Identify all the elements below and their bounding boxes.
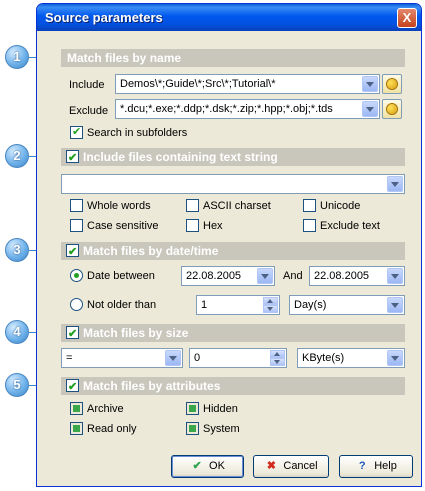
subfolders-checkbox[interactable]	[70, 125, 83, 139]
source-parameters-dialog: Source parameters X Match files by name …	[36, 3, 422, 487]
archive-checkbox[interactable]	[70, 402, 83, 415]
help-icon: ?	[358, 460, 366, 472]
text-section-header: Include files containing text string	[61, 148, 405, 167]
attr-section-checkbox[interactable]	[66, 378, 79, 396]
hex-checkbox[interactable]	[186, 219, 199, 232]
exclude-field[interactable]: *.dcu;*.exe;*.ddp;*.dsk;*.zip;*.hpp;*.ob…	[115, 99, 380, 119]
step-badge-3: 3	[5, 238, 29, 262]
date-section-header: Match files by date/time	[61, 242, 405, 261]
chevron-down-icon[interactable]	[387, 350, 403, 366]
ok-label: OK	[209, 460, 225, 472]
close-icon[interactable]: X	[397, 8, 417, 28]
size-section-checkbox[interactable]	[66, 325, 79, 343]
text-section-checkbox[interactable]	[66, 149, 79, 167]
read-only-label: Read only	[87, 423, 137, 435]
step-badge-1: 1	[5, 45, 29, 69]
size-unit-select[interactable]: KByte(s)	[297, 348, 405, 368]
title-bar: Source parameters	[37, 4, 421, 31]
ok-button[interactable]: ✔ OK	[171, 455, 244, 478]
older-value-stepper[interactable]: 1	[196, 295, 280, 315]
older-unit-select[interactable]: Day(s)	[289, 295, 405, 315]
archive-label: Archive	[87, 403, 124, 415]
spin-down-icon[interactable]	[270, 358, 285, 366]
help-button[interactable]: ? Help	[339, 455, 413, 478]
exclude-value: *.dcu;*.exe;*.ddp;*.dsk;*.zip;*.hpp;*.ob…	[120, 103, 333, 115]
subfolders-label: Search in subfolders	[87, 127, 188, 139]
window-title: Source parameters	[45, 10, 163, 25]
spin-up-icon[interactable]	[270, 350, 285, 358]
size-unit-value: KByte(s)	[302, 352, 345, 364]
include-filter-button[interactable]	[382, 74, 402, 94]
older-unit-value: Day(s)	[294, 299, 327, 311]
exclude-label: Exclude	[69, 105, 109, 117]
include-value: Demos\*;Guide\*;Src\*;Tutorial\*	[120, 78, 276, 90]
to-date-value: 22.08.2005	[314, 270, 370, 282]
date-between-radio[interactable]	[70, 269, 83, 282]
step-badge-5: 5	[5, 373, 29, 397]
chevron-down-icon[interactable]	[257, 268, 273, 284]
from-date-picker[interactable]: 22.08.2005	[181, 266, 275, 286]
and-label: And	[283, 270, 303, 282]
hex-label: Hex	[203, 220, 223, 232]
size-value: 0	[194, 352, 201, 364]
text-section-title: Include files containing text string	[83, 150, 278, 164]
include-label: Include	[69, 79, 105, 91]
unicode-checkbox[interactable]	[303, 199, 316, 212]
read-only-checkbox[interactable]	[70, 422, 83, 435]
exclude-text-label: Exclude text	[320, 220, 380, 232]
cancel-button[interactable]: ✖ Cancel	[253, 455, 329, 478]
exclude-filter-button[interactable]	[382, 99, 402, 119]
system-label: System	[203, 423, 240, 435]
cancel-icon: ✖	[266, 460, 276, 472]
name-section-header: Match files by name	[61, 49, 405, 67]
size-operator-value: =	[66, 352, 73, 364]
help-label: Help	[374, 460, 397, 472]
older-value: 1	[201, 299, 208, 311]
size-value-stepper[interactable]: 0	[189, 348, 287, 368]
check-icon: ✔	[192, 460, 202, 472]
step-badge-2: 2	[5, 144, 29, 168]
exclude-text-checkbox[interactable]	[303, 219, 316, 232]
text-search-field[interactable]	[61, 174, 405, 194]
not-older-radio[interactable]	[70, 298, 83, 311]
date-section-checkbox[interactable]	[66, 243, 79, 261]
include-field[interactable]: Demos\*;Guide\*;Src\*;Tutorial\*	[115, 74, 380, 94]
from-date-value: 22.08.2005	[186, 270, 242, 282]
size-operator-select[interactable]: =	[61, 348, 183, 368]
chevron-down-icon[interactable]	[387, 176, 403, 192]
chevron-down-icon[interactable]	[362, 76, 378, 92]
case-sensitive-label: Case sensitive	[87, 220, 159, 232]
unicode-label: Unicode	[320, 200, 361, 212]
cancel-label: Cancel	[283, 460, 318, 472]
name-section-title: Match files by name	[67, 51, 182, 65]
hidden-label: Hidden	[203, 403, 238, 415]
to-date-picker[interactable]: 22.08.2005	[309, 266, 405, 286]
chevron-down-icon[interactable]	[387, 297, 403, 313]
spin-down-icon[interactable]	[263, 305, 278, 313]
case-sensitive-checkbox[interactable]	[70, 219, 83, 232]
spin-up-icon[interactable]	[263, 297, 278, 305]
whole-words-checkbox[interactable]	[70, 199, 83, 212]
date-between-label: Date between	[87, 270, 155, 282]
size-spin[interactable]	[270, 350, 285, 366]
step-badge-4: 4	[5, 320, 29, 344]
chevron-down-icon[interactable]	[165, 350, 181, 366]
attr-section-title: Match files by attributes	[83, 379, 221, 393]
system-checkbox[interactable]	[186, 422, 199, 435]
ascii-charset-checkbox[interactable]	[186, 199, 199, 212]
older-spin[interactable]	[263, 297, 278, 313]
ascii-charset-label: ASCII charset	[203, 200, 271, 212]
chevron-down-icon[interactable]	[362, 101, 378, 117]
attr-section-header: Match files by attributes	[61, 377, 405, 396]
not-older-label: Not older than	[87, 299, 157, 311]
size-section-title: Match files by size	[83, 326, 189, 340]
whole-words-label: Whole words	[87, 200, 151, 212]
hidden-checkbox[interactable]	[186, 402, 199, 415]
date-section-title: Match files by date/time	[83, 244, 219, 258]
size-section-header: Match files by size	[61, 324, 405, 343]
chevron-down-icon[interactable]	[387, 268, 403, 284]
